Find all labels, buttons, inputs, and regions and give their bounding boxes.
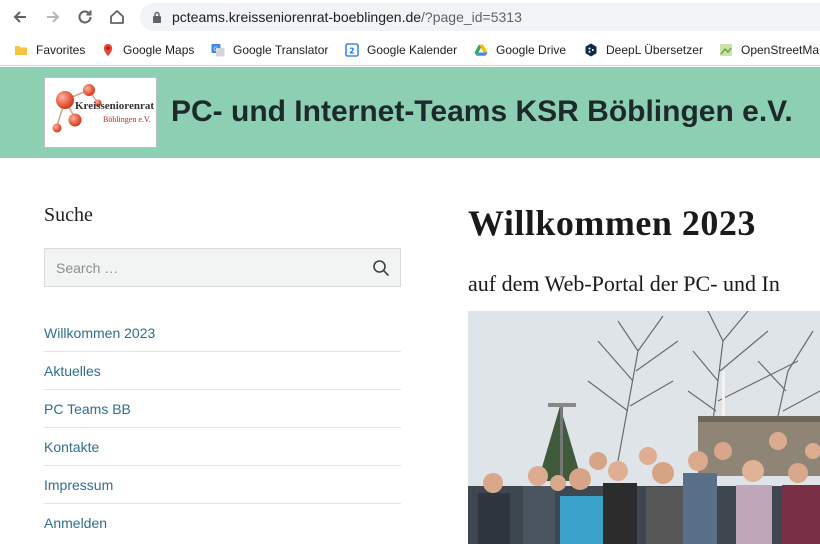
home-button[interactable] [105, 5, 129, 29]
url-host: pcteams.kreisseniorenrat-boeblingen.de [172, 9, 422, 25]
menu-link-anmelden[interactable]: Anmelden [44, 515, 107, 531]
site-header: Kreisseniorenrat Böblingen e.V. PC- und … [0, 67, 820, 158]
menu-link-willkommen[interactable]: Willkommen 2023 [44, 325, 155, 341]
maps-pin-icon [103, 44, 113, 56]
url-text: pcteams.kreisseniorenrat-boeblingen.de/?… [172, 9, 522, 25]
deepl-icon [585, 43, 597, 57]
url-path: /?page_id=5313 [421, 9, 522, 25]
menu-link-impressum[interactable]: Impressum [44, 477, 113, 493]
browser-toolbar: pcteams.kreisseniorenrat-boeblingen.de/?… [0, 0, 820, 34]
home-icon [110, 10, 124, 24]
bookmark-deepl[interactable]: DeepL Übersetzer [584, 40, 703, 60]
bookmark-label: Favorites [36, 43, 86, 57]
menu-item-impressum: Impressum [44, 466, 401, 504]
calendar-icon: 2 [345, 43, 359, 57]
menu-link-pc-teams[interactable]: PC Teams BB [44, 401, 131, 417]
address-bar[interactable]: pcteams.kreisseniorenrat-boeblingen.de/?… [140, 3, 820, 31]
bookmark-label: Google Maps [123, 43, 195, 57]
page-title: Willkommen 2023 [468, 203, 756, 243]
bookmark-openstreetmap[interactable]: OpenStreetMa [719, 40, 819, 60]
bookmark-favorites[interactable]: Favorites [14, 40, 85, 60]
menu-item-aktuelles: Aktuelles [44, 352, 401, 390]
site-title[interactable]: PC- und Internet-Teams KSR Böblingen e.V… [171, 95, 793, 129]
bookmark-google-kalender[interactable]: 2 Google Kalender [345, 40, 457, 60]
bookmarks-bar: Favorites Google Maps G Google Translato… [0, 34, 820, 66]
menu-link-aktuelles[interactable]: Aktuelles [44, 363, 101, 379]
svg-text:G: G [214, 46, 219, 53]
svg-text:2: 2 [349, 47, 354, 56]
bookmark-google-translator[interactable]: G Google Translator [211, 40, 328, 60]
forward-button[interactable] [41, 5, 65, 29]
search-icon[interactable] [372, 259, 390, 277]
menu-item-kontakte: Kontakte [44, 428, 401, 466]
arrow-right-icon [47, 11, 60, 23]
logo-balls-icon [52, 84, 102, 133]
lock-icon [153, 11, 161, 23]
menu-item-willkommen: Willkommen 2023 [44, 314, 401, 352]
map-icon [720, 44, 732, 56]
search-input[interactable] [45, 249, 355, 286]
arrow-left-icon [13, 11, 26, 23]
page-subtitle: auf dem Web-Portal der PC- und In [468, 271, 780, 296]
bookmark-label: Google Translator [233, 43, 329, 57]
main-content: Willkommen 2023 auf dem Web-Portal der P… [468, 158, 820, 544]
bookmark-google-drive[interactable]: Google Drive [474, 40, 566, 60]
back-button[interactable] [8, 5, 32, 29]
menu-item-anmelden: Anmelden [44, 504, 401, 542]
reload-icon [78, 10, 92, 24]
site-logo[interactable]: Kreisseniorenrat Böblingen e.V. [44, 77, 157, 148]
drive-icon [474, 44, 488, 56]
bookmark-label: Google Drive [496, 43, 567, 57]
sidebar-menu: Willkommen 2023 Aktuelles PC Teams BB Ko… [44, 314, 401, 542]
group-photo [468, 311, 820, 544]
translate-icon: G [211, 44, 225, 57]
logo-line1: Kreisseniorenrat [75, 100, 155, 112]
group-photo-image [468, 311, 820, 544]
menu-link-kontakte[interactable]: Kontakte [44, 439, 99, 455]
search-form [44, 248, 401, 287]
bookmark-label: DeepL Übersetzer [606, 43, 703, 57]
logo-line2: Böblingen e.V. [103, 115, 151, 124]
bookmark-google-maps[interactable]: Google Maps [101, 40, 194, 60]
folder-icon [15, 46, 27, 55]
bookmark-label: Google Kalender [367, 43, 458, 57]
menu-item-pc-teams: PC Teams BB [44, 390, 401, 428]
reload-button[interactable] [73, 5, 97, 29]
search-widget-title: Suche [44, 204, 93, 226]
bookmark-label: OpenStreetMa [741, 43, 820, 57]
